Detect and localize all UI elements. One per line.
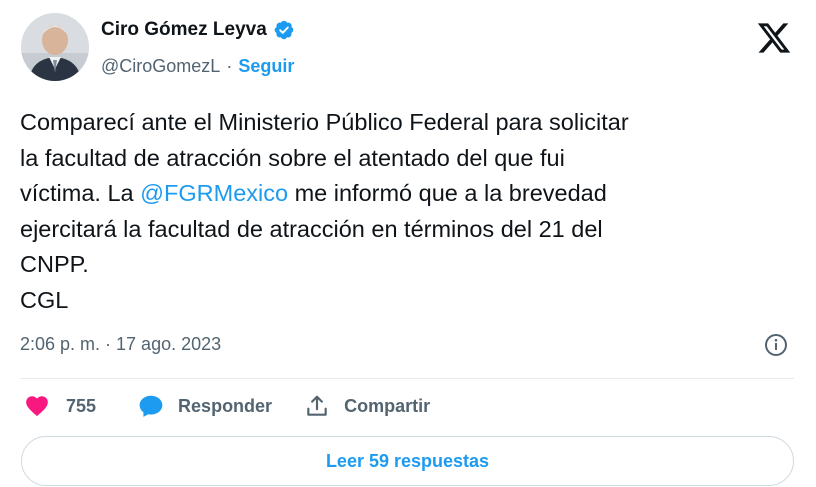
info-icon[interactable] [764, 333, 788, 357]
reply-bubble-icon [139, 395, 163, 417]
read-replies-button[interactable]: Leer 59 respuestas [21, 436, 794, 486]
reply-button[interactable]: Responder [138, 393, 272, 419]
author-name-row: Ciro Gómez Leyva [101, 19, 295, 41]
avatar-image [21, 13, 89, 81]
likes-count: 755 [66, 395, 97, 416]
x-logo-icon[interactable] [756, 20, 792, 56]
author-handle-row: @CiroGomezL · Seguir [101, 56, 294, 77]
mention-link[interactable]: @FGRMexico [140, 180, 288, 206]
author-handle[interactable]: @CiroGomezL [101, 56, 220, 77]
divider [20, 378, 794, 379]
follow-button[interactable]: Seguir [238, 56, 294, 77]
author-avatar[interactable] [21, 13, 89, 81]
tweet-text: Comparecí ante el Ministerio Público Fed… [20, 105, 800, 318]
action-bar: 755 Responder Compartir [24, 393, 462, 419]
share-label: Compartir [344, 395, 431, 416]
share-icon [307, 395, 327, 416]
heart-icon [26, 396, 48, 417]
verified-badge-icon [274, 20, 294, 40]
handle-separator: · [226, 56, 233, 76]
read-replies-label: Leer 59 respuestas [325, 450, 490, 471]
like-button[interactable]: 755 [24, 393, 96, 419]
author-name[interactable]: Ciro Gómez Leyva [101, 19, 267, 41]
tweet-timestamp[interactable]: 2:06 p. m. · 17 ago. 2023 [20, 334, 221, 355]
reply-label: Responder [178, 395, 273, 416]
share-button[interactable]: Compartir [304, 393, 430, 419]
